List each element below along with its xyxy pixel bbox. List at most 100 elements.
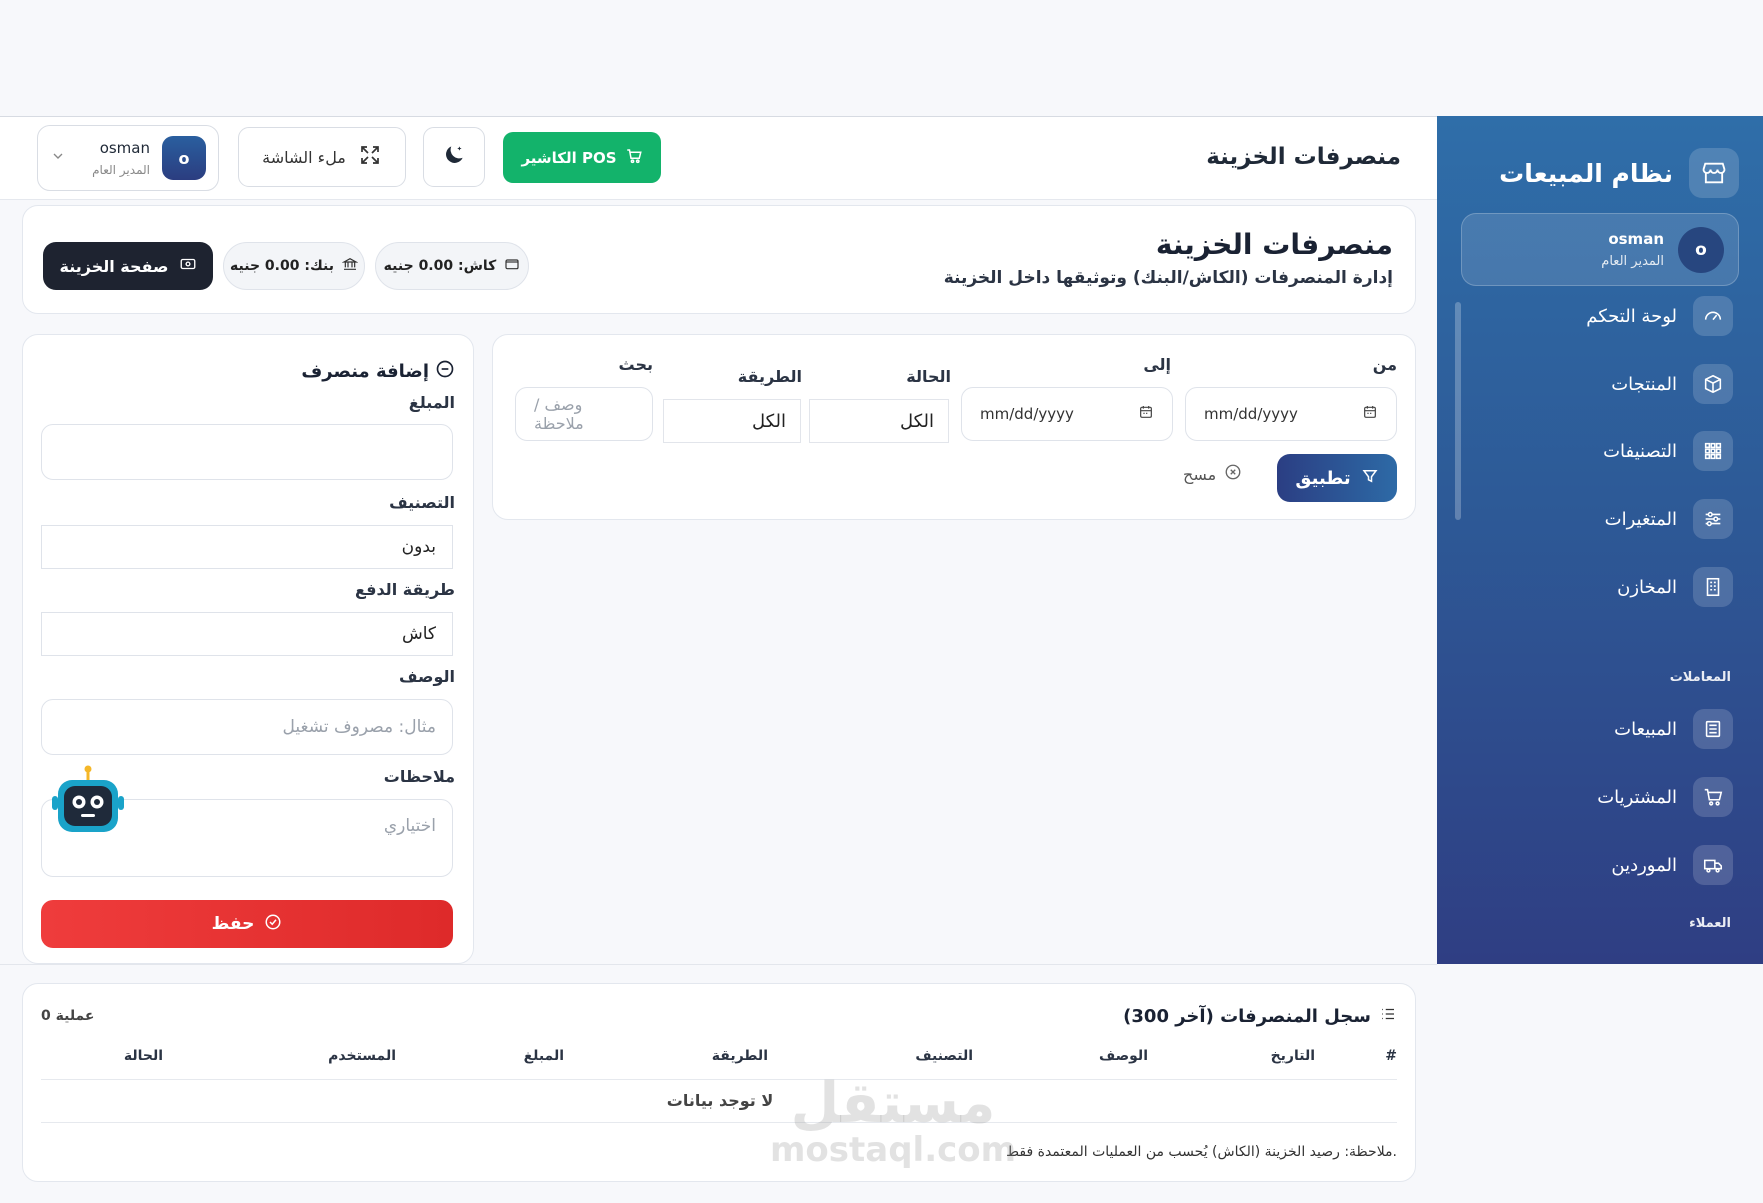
cart-icon — [1693, 777, 1733, 817]
description-label: الوصف — [398, 667, 455, 686]
avatar: o — [1678, 226, 1724, 273]
user-role: المدير العام — [1601, 254, 1664, 269]
sidebar-item-suppliers[interactable]: الموردين — [1611, 845, 1733, 885]
bank-icon — [341, 256, 359, 276]
filter-icon — [1361, 467, 1379, 490]
search-input[interactable]: وصف / ملاحظة — [515, 387, 653, 441]
description-placeholder: مثال: مصروف تشغيل — [282, 717, 436, 737]
grid-icon — [1693, 431, 1733, 471]
category-label: التصنيف — [389, 493, 455, 512]
close-circle-icon — [1224, 463, 1242, 485]
sidebar-item-categories[interactable]: التصنيفات — [1603, 431, 1733, 471]
payment-method-select[interactable]: كاش — [41, 612, 453, 656]
balance-note: ملاحظة: رصيد الخزينة (الكاش) يُحسب من ال… — [1006, 1144, 1397, 1160]
bank-balance-text: بنك: 0.00 جنيه — [230, 258, 334, 274]
to-label: إلى — [1143, 355, 1171, 374]
amount-label: المبلغ — [408, 393, 455, 412]
treasury-page-button[interactable]: صفحة الخزينة — [43, 242, 213, 290]
apply-label: تطبيق — [1295, 467, 1351, 489]
treasury-button-label: صفحة الخزينة — [59, 256, 169, 276]
save-button[interactable]: حفظ — [41, 900, 453, 948]
brand: نظام المبيعات — [1499, 148, 1739, 198]
to-date-input[interactable]: mm/dd/yyyy — [961, 387, 1173, 441]
wallet-icon — [504, 256, 520, 276]
theme-toggle-button[interactable] — [423, 127, 485, 187]
fullscreen-label: ملء الشاشة — [262, 147, 346, 167]
sidebar-item-label: المخازن — [1617, 576, 1677, 598]
sidebar-section-transactions: المعاملات — [1669, 670, 1731, 685]
cart-icon — [625, 147, 643, 169]
status-label: الحالة — [906, 367, 951, 386]
watermark-url: mostaql.com — [770, 1130, 1017, 1170]
sliders-icon — [1693, 499, 1733, 539]
user-menu[interactable]: o osman المدير العام — [37, 125, 219, 191]
box-icon — [1693, 364, 1733, 404]
user-name: osman — [1608, 230, 1664, 248]
sidebar: نظام المبيعات o osman المدير العام لوحة … — [1437, 116, 1763, 964]
building-icon — [1693, 567, 1733, 607]
category-select[interactable]: بدون — [41, 525, 453, 569]
sidebar-item-warehouses[interactable]: المخازن — [1617, 567, 1733, 607]
column-header-category: التصنيف — [915, 1048, 973, 1064]
column-header-description: الوصف — [1098, 1048, 1148, 1064]
pos-button[interactable]: الكاشير POS — [503, 132, 661, 183]
moon-icon — [441, 142, 467, 172]
search-placeholder: وصف / ملاحظة — [534, 395, 584, 433]
method-select[interactable]: الكل — [663, 399, 801, 443]
minus-circle-icon — [435, 359, 455, 384]
sidebar-item-products[interactable]: المنتجات — [1611, 364, 1733, 404]
payment-method-label: طريقة الدفع — [355, 580, 455, 599]
avatar: o — [162, 136, 206, 180]
add-expense-title-text: إضافة منصرف — [301, 361, 429, 382]
table-bottom-divider — [41, 1122, 1397, 1123]
sidebar-user-card[interactable]: o osman المدير العام — [1461, 213, 1739, 286]
watermark-arabic: مستقل — [790, 1071, 996, 1136]
apply-filter-button[interactable]: تطبيق — [1277, 454, 1397, 502]
notes-placeholder: اختياري — [383, 816, 436, 836]
column-header-user: المستخدم — [328, 1048, 396, 1064]
log-title: سجل المنصرفات (آخر 300) — [1123, 1005, 1397, 1028]
status-select[interactable]: الكل — [809, 399, 949, 443]
amount-input[interactable] — [41, 424, 453, 480]
from-date-value: mm/dd/yyyy — [1204, 405, 1298, 423]
column-header-date: التاريخ — [1270, 1048, 1315, 1064]
sidebar-item-sales[interactable]: المبيعات — [1614, 709, 1733, 749]
check-circle-icon — [264, 913, 282, 936]
sidebar-item-label: المبيعات — [1614, 718, 1677, 740]
description-input[interactable]: مثال: مصروف تشغيل — [41, 699, 453, 755]
user-role: المدير العام — [92, 163, 150, 177]
column-header-index: # — [1385, 1048, 1397, 1064]
section-divider — [0, 964, 1437, 965]
notes-label: ملاحظات — [383, 767, 455, 786]
sidebar-item-purchases[interactable]: المشتريات — [1597, 777, 1733, 817]
truck-icon — [1693, 845, 1733, 885]
sidebar-item-label: المشتريات — [1597, 786, 1677, 808]
topbar-title: منصرفات الخزينة — [1206, 144, 1401, 170]
sidebar-scrollbar[interactable] — [1455, 302, 1461, 520]
expand-icon — [358, 143, 382, 171]
sidebar-item-label: التصنيفات — [1603, 440, 1677, 462]
chatbot-robot-icon[interactable] — [48, 764, 128, 844]
sidebar-section-customers: العملاء — [1689, 916, 1731, 931]
calendar-icon — [1138, 404, 1154, 424]
cash-balance-text: كاش: 0.00 جنيه — [383, 258, 497, 274]
chevron-down-icon — [50, 148, 66, 168]
from-date-input[interactable]: mm/dd/yyyy — [1185, 387, 1397, 441]
save-label: حفظ — [211, 914, 255, 934]
page-subtitle: إدارة المنصرفات (الكاش/البنك) وتوثيقها د… — [943, 268, 1393, 288]
dashboard-icon — [1693, 296, 1733, 336]
add-expense-card: إضافة منصرف المبلغ التصنيف بدون طريقة ال… — [22, 334, 474, 964]
column-header-amount: المبلغ — [523, 1048, 564, 1064]
calendar-icon — [1362, 404, 1378, 424]
expense-log-card: سجل المنصرفات (آخر 300) 0 عملية # التاري… — [22, 983, 1416, 1182]
cash-balance-badge: كاش: 0.00 جنيه — [375, 242, 529, 290]
cash-icon — [179, 255, 197, 277]
clear-filter-button[interactable]: مسح — [1183, 463, 1242, 485]
page-title: منصرفات الخزينة — [1155, 228, 1393, 261]
topbar: منصرفات الخزينة الكاشير POS ملء الشاشة o… — [0, 116, 1437, 200]
brand-title: نظام المبيعات — [1499, 158, 1673, 188]
sidebar-item-dashboard[interactable]: لوحة التحكم — [1586, 296, 1733, 336]
fullscreen-button[interactable]: ملء الشاشة — [238, 127, 406, 187]
sidebar-item-variants[interactable]: المتغيرات — [1605, 499, 1733, 539]
filters-card: من إلى الحالة الطريقة بحث mm/dd/yyyy mm/… — [492, 334, 1416, 520]
